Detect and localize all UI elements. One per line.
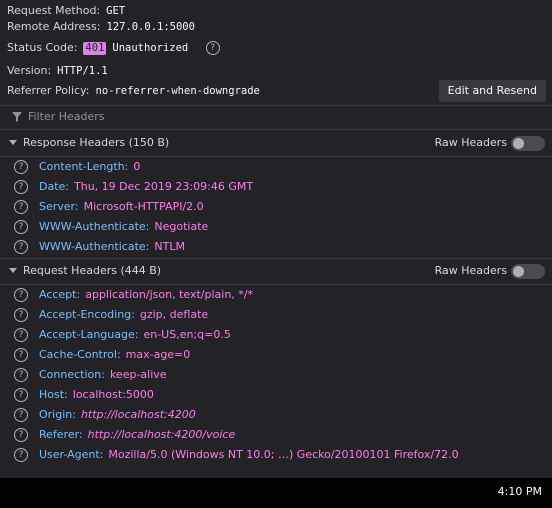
status-code-label: Status Code: xyxy=(7,41,78,54)
remote-address-value[interactable]: 127.0.0.1:5000 xyxy=(106,21,195,33)
header-row[interactable]: ? Accept-Language: en-US,en;q=0.5 xyxy=(0,325,552,345)
header-row[interactable]: ? Connection: keep-alive xyxy=(0,365,552,385)
header-row[interactable]: ? User-Agent: Mozilla/5.0 (Windows NT 10.0… xyxy=(0,445,552,465)
header-name[interactable]: Accept-Language: en-US,en;q=0.5 xyxy=(39,325,231,345)
header-help-icon[interactable]: ? xyxy=(14,308,28,322)
header-help-icon[interactable]: ? xyxy=(14,408,28,422)
header-value[interactable]: gzip, deflate xyxy=(140,308,208,321)
header-row[interactable]: ? WWW-Authenticate: NTLM xyxy=(0,237,552,257)
header-name[interactable]: Date: Thu, 19 Dec 2019 23:09:46 GMT xyxy=(39,177,253,197)
referrer-policy-value[interactable]: no-referrer-when-downgrade xyxy=(96,85,260,97)
filter-icon xyxy=(12,112,22,125)
header-name[interactable]: Referer: http://localhost:4200/voice xyxy=(39,425,235,445)
header-value[interactable]: keep-alive xyxy=(110,368,167,381)
chevron-down-icon[interactable] xyxy=(9,268,17,273)
header-row[interactable]: ? Content-Length: 0 xyxy=(0,157,552,177)
header-name[interactable]: Accept-Encoding: gzip, deflate xyxy=(39,305,208,325)
header-value[interactable]: http://localhost:4200/voice xyxy=(88,428,236,441)
header-value[interactable]: Thu, 19 Dec 2019 23:09:46 GMT xyxy=(74,180,253,193)
header-value[interactable]: http://localhost:4200 xyxy=(81,408,196,421)
header-help-icon[interactable]: ? xyxy=(14,160,28,174)
header-value[interactable]: Negotiate xyxy=(154,220,208,233)
header-name[interactable]: WWW-Authenticate: Negotiate xyxy=(39,217,208,237)
status-text[interactable]: Unauthorized xyxy=(112,42,188,54)
header-row[interactable]: ? Date: Thu, 19 Dec 2019 23:09:46 GMT xyxy=(0,177,552,197)
header-name[interactable]: Content-Length: 0 xyxy=(39,157,140,177)
header-help-icon[interactable]: ? xyxy=(14,180,28,194)
header-help-icon[interactable]: ? xyxy=(14,448,28,462)
response-headers-header[interactable]: Response Headers (150 B) Raw Headers xyxy=(0,130,552,156)
raw-headers-toggle[interactable] xyxy=(511,136,545,151)
header-value[interactable]: application/json, text/plain, */* xyxy=(85,288,253,301)
header-row[interactable]: ? Referer: http://localhost:4200/voice xyxy=(0,425,552,445)
response-headers-title[interactable]: Response Headers (150 B) xyxy=(23,130,169,156)
referrer-policy-row: Referrer Policy: no-referrer-when-downgra… xyxy=(7,83,260,99)
header-name[interactable]: Accept: application/json, text/plain, */* xyxy=(39,285,253,305)
header-row[interactable]: ? Cache-Control: max-age=0 xyxy=(0,345,552,365)
header-name[interactable]: Server: Microsoft-HTTPAPI/2.0 xyxy=(39,197,204,217)
raw-headers-label: Raw Headers xyxy=(434,264,507,277)
version-row: Version: HTTP/1.1 xyxy=(7,63,108,79)
taskbar-clock[interactable]: 4:10 PM xyxy=(498,485,542,498)
header-help-icon[interactable]: ? xyxy=(14,428,28,442)
header-help-icon[interactable]: ? xyxy=(14,348,28,362)
header-value[interactable]: NTLM xyxy=(154,240,185,253)
header-help-icon[interactable]: ? xyxy=(14,288,28,302)
header-value[interactable]: en-US,en;q=0.5 xyxy=(143,328,230,341)
header-value[interactable]: localhost:5000 xyxy=(73,388,154,401)
chevron-down-icon[interactable] xyxy=(9,140,17,145)
referrer-policy-label: Referrer Policy: xyxy=(7,84,90,97)
header-name[interactable]: WWW-Authenticate: NTLM xyxy=(39,237,185,257)
edit-and-resend-button[interactable]: Edit and Resend xyxy=(438,80,546,102)
header-name[interactable]: Connection: keep-alive xyxy=(39,365,167,385)
header-row[interactable]: ? WWW-Authenticate: Negotiate xyxy=(0,217,552,237)
version-value[interactable]: HTTP/1.1 xyxy=(57,65,108,77)
raw-headers-label: Raw Headers xyxy=(434,136,507,149)
request-method-label: Request Method: xyxy=(7,4,101,17)
header-value[interactable]: 0 xyxy=(133,160,140,173)
taskbar: 4:10 PM xyxy=(0,478,552,508)
header-value[interactable]: max-age=0 xyxy=(126,348,191,361)
header-help-icon[interactable]: ? xyxy=(14,388,28,402)
version-label: Version: xyxy=(7,64,52,77)
header-name[interactable]: User-Agent: Mozilla/5.0 (Windows NT 10.0;… xyxy=(39,445,459,465)
toggle-knob xyxy=(513,138,524,149)
header-name[interactable]: Host: localhost:5000 xyxy=(39,385,154,405)
header-help-icon[interactable]: ? xyxy=(14,368,28,382)
header-row[interactable]: ? Origin: http://localhost:4200 xyxy=(0,405,552,425)
status-help-icon[interactable]: ? xyxy=(205,41,220,55)
header-help-icon[interactable]: ? xyxy=(14,220,28,234)
header-value[interactable]: Microsoft-HTTPAPI/2.0 xyxy=(84,200,204,213)
filter-headers-bar: Filter Headers xyxy=(0,105,552,130)
header-name[interactable]: Cache-Control: max-age=0 xyxy=(39,345,190,365)
request-method-row: Request Method: GET xyxy=(7,3,125,19)
status-code-row: Status Code: 401 Unauthorized ? xyxy=(7,40,220,56)
header-row[interactable]: ? Host: localhost:5000 xyxy=(0,385,552,405)
header-row[interactable]: ? Accept: application/json, text/plain, */… xyxy=(0,285,552,305)
remote-address-row: Remote Address: 127.0.0.1:5000 xyxy=(7,19,195,35)
remote-address-label: Remote Address: xyxy=(7,20,101,33)
filter-headers-input[interactable]: Filter Headers xyxy=(28,108,528,126)
raw-headers-toggle[interactable] xyxy=(511,264,545,279)
header-help-icon[interactable]: ? xyxy=(14,328,28,342)
header-name[interactable]: Origin: http://localhost:4200 xyxy=(39,405,196,425)
toggle-knob xyxy=(513,266,524,277)
request-summary: Request Method: GET Remote Address: 127.0.… xyxy=(0,0,552,104)
request-headers-title[interactable]: Request Headers (444 B) xyxy=(23,258,161,284)
header-help-icon[interactable]: ? xyxy=(14,240,28,254)
header-row[interactable]: ? Server: Microsoft-HTTPAPI/2.0 xyxy=(0,197,552,217)
header-help-icon[interactable]: ? xyxy=(14,200,28,214)
header-row[interactable]: ? Accept-Encoding: gzip, deflate xyxy=(0,305,552,325)
header-value[interactable]: Mozilla/5.0 (Windows NT 10.0; …) Gecko/2… xyxy=(108,448,458,461)
request-headers-header[interactable]: Request Headers (444 B) Raw Headers xyxy=(0,258,552,284)
request-method-value[interactable]: GET xyxy=(106,5,125,17)
status-badge: 401 xyxy=(83,42,107,55)
